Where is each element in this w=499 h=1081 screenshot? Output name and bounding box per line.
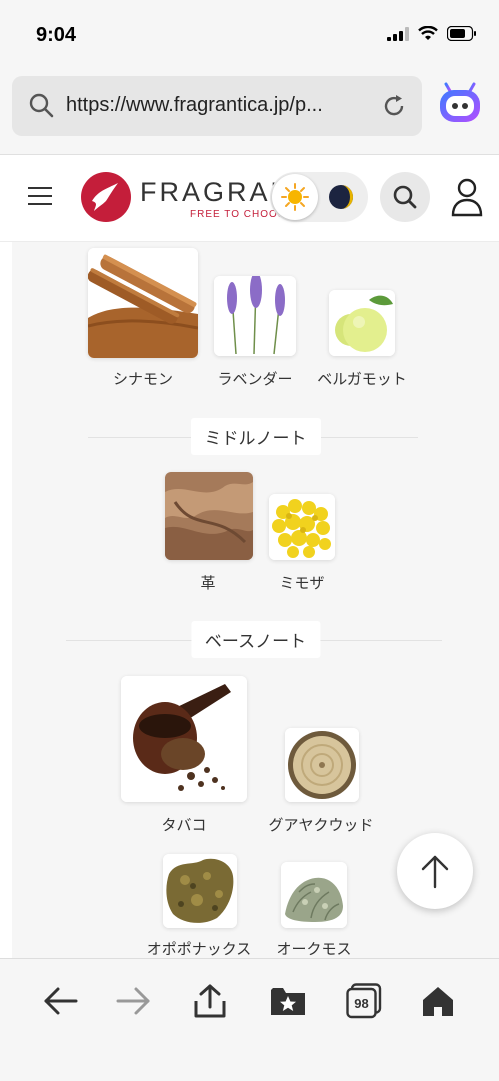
browser-bottom-toolbar: 98	[0, 958, 499, 1081]
leather-image	[165, 472, 253, 560]
cinnamon-image	[88, 248, 198, 358]
back-button[interactable]	[40, 981, 80, 1021]
note-label: シナモン	[112, 370, 174, 388]
note-label: オポポナックス	[146, 940, 252, 958]
site-header: FRAGRANTICA FREE TO CHOOSE	[0, 155, 499, 242]
note-label: タバコ	[161, 816, 207, 834]
note-item[interactable]	[280, 862, 348, 928]
status-bar: 9:04	[0, 0, 499, 70]
home-button[interactable]	[418, 981, 458, 1021]
note-label: ミモザ	[279, 574, 325, 592]
note-label: 革	[200, 574, 216, 592]
note-label: ベルガモット	[317, 370, 407, 388]
menu-icon[interactable]	[28, 187, 52, 207]
address-bar[interactable]: https://www.fragrantica.jp/p...	[12, 76, 422, 136]
header-search-button[interactable]	[380, 172, 430, 222]
base-notes-title: ベースノート	[190, 621, 321, 658]
note-item[interactable]	[162, 854, 238, 928]
note-label: オークモス	[276, 940, 352, 958]
note-item[interactable]	[86, 248, 200, 358]
url-text: https://www.fragrantica.jp/p...	[66, 94, 323, 116]
forward-arrow-icon	[116, 987, 150, 1015]
note-item[interactable]	[213, 276, 297, 356]
bookmarks-button[interactable]	[268, 981, 308, 1021]
reload-icon[interactable]	[380, 92, 408, 120]
note-label: グアヤクウッド	[268, 816, 374, 834]
note-item[interactable]	[164, 472, 254, 560]
battery-icon	[447, 26, 476, 41]
tabs-button[interactable]: 98	[344, 981, 384, 1021]
opoponax-image	[163, 854, 237, 928]
note-item[interactable]	[120, 676, 248, 802]
tobacco-pipe-image	[121, 676, 247, 802]
back-arrow-icon	[44, 987, 78, 1015]
browser-toolbar: https://www.fragrantica.jp/p...	[0, 70, 499, 155]
fragrantica-logo-icon[interactable]	[80, 171, 132, 223]
bookmark-folder-icon	[271, 988, 305, 1015]
section-heading: ミドルノート	[12, 418, 499, 456]
forward-button[interactable]	[114, 981, 154, 1021]
status-time: 9:04	[36, 24, 77, 46]
share-button[interactable]	[190, 981, 230, 1021]
oakmoss-image	[281, 862, 347, 928]
search-icon	[29, 93, 54, 118]
scroll-to-top-button[interactable]	[397, 833, 473, 909]
moon-icon	[329, 185, 353, 209]
home-icon	[423, 987, 453, 1016]
sun-icon	[272, 174, 318, 220]
middle-notes-title: ミドルノート	[190, 418, 321, 455]
search-icon	[393, 185, 417, 209]
arrow-up-icon	[421, 855, 449, 889]
section-heading: ベースノート	[12, 621, 499, 659]
tabs-count: 98	[354, 996, 368, 1011]
signal-icon	[387, 26, 409, 41]
theme-toggle[interactable]	[270, 172, 368, 222]
share-icon	[194, 984, 226, 1018]
tabs-icon: 98	[346, 983, 382, 1019]
user-icon[interactable]	[450, 177, 484, 217]
note-item[interactable]	[268, 494, 336, 560]
bergamot-image	[329, 290, 395, 356]
status-icons	[387, 26, 477, 41]
mimosa-image	[269, 494, 335, 560]
note-label: ラベンダー	[217, 370, 293, 388]
note-item[interactable]	[284, 728, 360, 802]
wifi-icon	[418, 26, 438, 40]
guaiac-wood-image	[285, 728, 359, 802]
lavender-image	[214, 276, 296, 356]
assistant-icon[interactable]	[436, 82, 484, 126]
note-item[interactable]	[329, 290, 395, 356]
